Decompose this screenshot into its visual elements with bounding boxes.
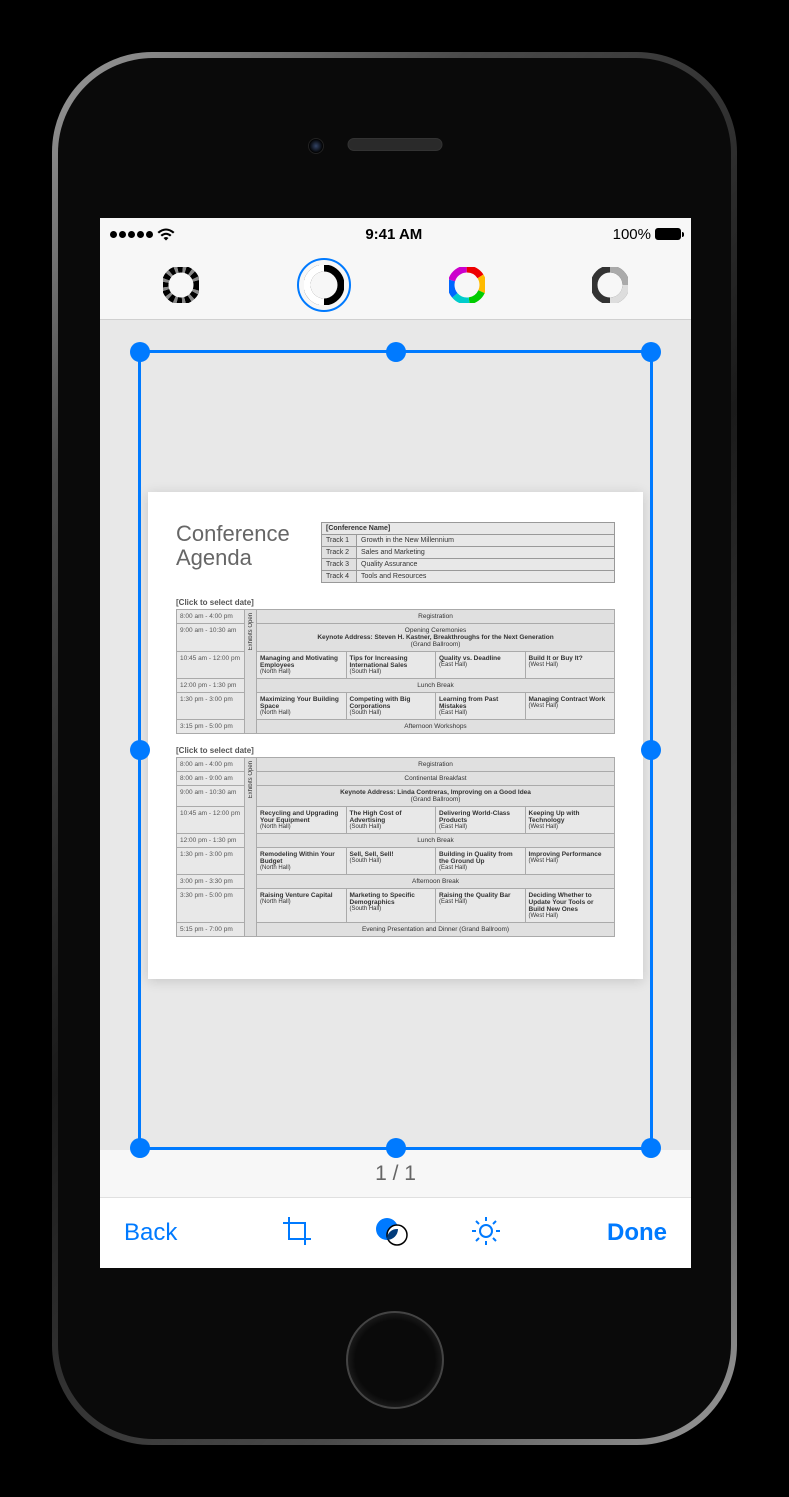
brightness-button[interactable] <box>469 1214 503 1253</box>
filter-overlap-icon <box>373 1215 409 1247</box>
battery-percent: 100% <box>613 226 651 243</box>
canvas-area: Conference Agenda [Conference Name] Trac… <box>100 320 691 1150</box>
greyscale-ring-icon <box>163 267 199 303</box>
status-time: 9:41 AM <box>365 226 422 243</box>
crop-handle-right[interactable] <box>641 740 661 760</box>
filter-bar <box>100 250 691 320</box>
back-button[interactable]: Back <box>124 1219 177 1247</box>
crop-button[interactable] <box>281 1215 313 1252</box>
brightness-icon <box>469 1214 503 1248</box>
camera-icon <box>308 138 324 154</box>
filter-grey-light[interactable] <box>583 258 637 312</box>
bw-halfmoon-icon <box>304 265 344 305</box>
crop-handle-bottom[interactable] <box>386 1138 406 1158</box>
phone-body: 9:41 AM 100% <box>58 58 731 1439</box>
bottom-toolbar: Back Done <box>100 1198 691 1268</box>
home-button[interactable] <box>346 1311 444 1409</box>
status-left <box>110 228 175 241</box>
status-bar: 9:41 AM 100% <box>100 218 691 250</box>
filter-button[interactable] <box>373 1215 409 1252</box>
crop-handle-top[interactable] <box>386 342 406 362</box>
speaker-icon <box>347 138 442 151</box>
crop-icon <box>281 1215 313 1247</box>
status-right: 100% <box>613 226 681 243</box>
crop-frame[interactable] <box>138 350 653 1150</box>
crop-handle-bottom-left[interactable] <box>130 1138 150 1158</box>
wifi-icon <box>157 228 175 241</box>
color-ring-icon <box>449 267 485 303</box>
crop-handle-top-left[interactable] <box>130 342 150 362</box>
filter-color[interactable] <box>440 258 494 312</box>
filter-bw[interactable] <box>297 258 351 312</box>
crop-handle-left[interactable] <box>130 740 150 760</box>
done-button[interactable]: Done <box>607 1219 667 1247</box>
filter-greyscale[interactable] <box>154 258 208 312</box>
screen: 9:41 AM 100% <box>100 218 691 1268</box>
battery-icon <box>655 228 681 240</box>
phone-bezel: 9:41 AM 100% <box>52 52 737 1445</box>
crop-handle-bottom-right[interactable] <box>641 1138 661 1158</box>
signal-dots-icon <box>110 231 153 238</box>
crop-handle-top-right[interactable] <box>641 342 661 362</box>
grey-light-ring-icon <box>592 267 628 303</box>
